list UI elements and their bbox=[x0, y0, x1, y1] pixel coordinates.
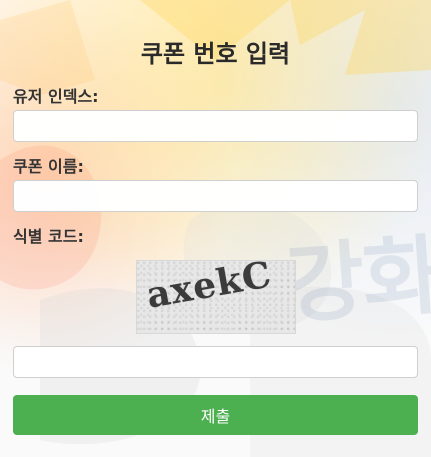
coupon-name-input[interactable] bbox=[13, 180, 418, 212]
user-index-input[interactable] bbox=[13, 110, 418, 142]
page-title: 쿠폰 번호 입력 bbox=[140, 40, 291, 68]
captcha-image: axekC bbox=[135, 260, 296, 334]
captcha-wrapper: axekC bbox=[13, 260, 418, 334]
submit-button[interactable]: 제출 bbox=[13, 395, 418, 435]
user-index-label: 유저 인덱스: bbox=[13, 87, 99, 106]
captcha-text: axekC bbox=[142, 260, 275, 317]
coupon-form-container: 쿠폰 번호 입력 유저 인덱스: 쿠폰 이름: 식별 코드: axekC 제출 bbox=[0, 0, 431, 457]
coupon-name-label: 쿠폰 이름: bbox=[13, 157, 84, 176]
verification-code-label: 식별 코드: bbox=[13, 227, 84, 246]
verification-code-input[interactable] bbox=[13, 346, 418, 378]
